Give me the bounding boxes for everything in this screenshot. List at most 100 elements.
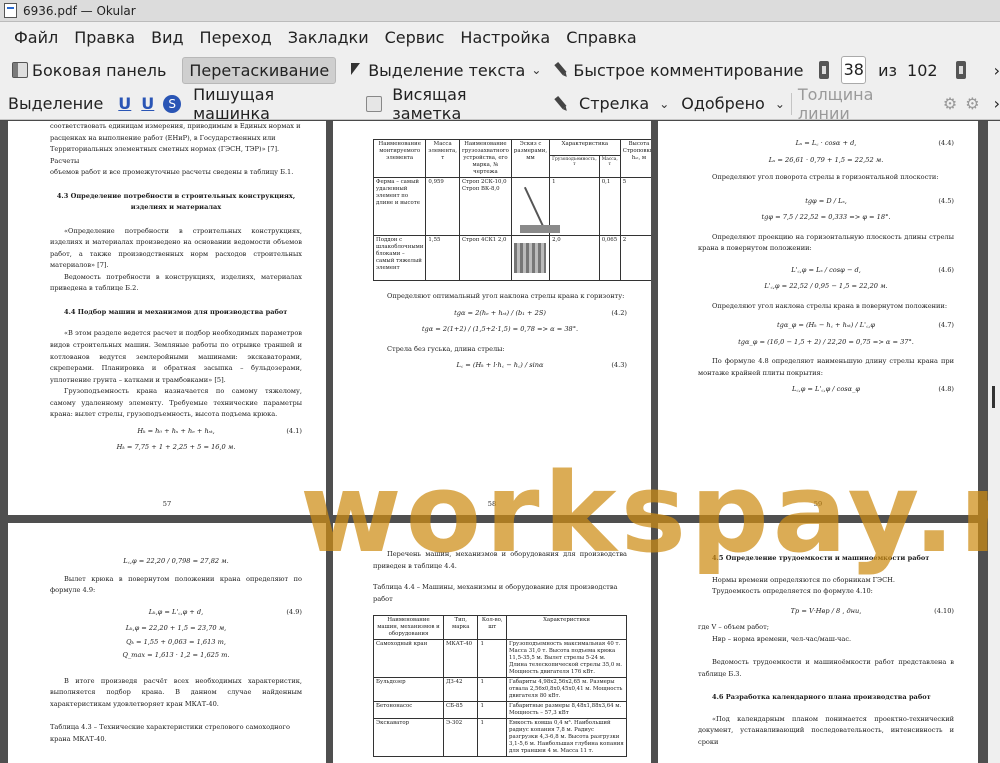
machines-table: Наименование машин, механизмов и оборудо…	[373, 615, 627, 758]
annotation-toolbar: Выделение U U S Пишущая машинка Висящая …	[0, 85, 1000, 123]
page-number: 59	[813, 500, 823, 509]
next-page-icon[interactable]	[955, 61, 966, 79]
menu-tools[interactable]: Сервис	[377, 28, 453, 47]
text-select-button[interactable]: Выделение текста ⌄	[342, 58, 547, 83]
page-57: соответствовать единицам измерения, прив…	[8, 121, 326, 515]
scrollbar-thumb[interactable]	[992, 386, 995, 408]
sticky-note-icon	[366, 95, 383, 112]
formula: tgα_φ = (16,0 − 1,5 + 2) / 22,20 = 0,75 …	[698, 337, 954, 349]
paragraph: Определяют оптимальный угол наклона стре…	[387, 292, 625, 301]
opacity-icon[interactable]: ⚙	[965, 94, 979, 113]
section-heading: 4.6 Разработка календарного плана произв…	[712, 693, 931, 702]
formula-text: tgα = 2(hₑ + hₛₜ) / (b₁ + 2S)	[454, 308, 546, 317]
color-icon[interactable]: ⚙	[943, 94, 957, 113]
formula: tgα = 2(1+2) / (1,5+2·1,5) = 0,78 => α =…	[373, 324, 627, 336]
formula-number: (4.4)	[938, 139, 954, 147]
formula-number: (4.2)	[611, 308, 627, 317]
table-cell: СБ-85	[442, 701, 479, 720]
toolbar2-overflow-icon[interactable]: ›	[994, 94, 1000, 113]
menu-settings[interactable]: Настройка	[452, 28, 558, 47]
section-heading: 4.5 Определение трудоемкости и машиноемк…	[712, 554, 930, 562]
menu-view[interactable]: Вид	[143, 28, 191, 47]
formula-text: Lₛ = L꜀ · cosα + d,	[795, 139, 857, 147]
formula-number: (4.5)	[938, 196, 954, 205]
paragraph: Ведомость потребности в конструкциях, из…	[50, 272, 302, 293]
document-viewport[interactable]: соответствовать единицам измерения, прив…	[0, 121, 988, 763]
highlight-tool[interactable]: Выделение	[8, 94, 103, 113]
paragraph: «Под календарным планом понимается проек…	[698, 714, 954, 746]
formula: L꜀,φ = 22,20 / 0,798 = 27,82 м.	[50, 556, 302, 568]
table-cell: 1	[477, 639, 507, 679]
formula: Lₖ,φ = L'꜀,φ + d, (4.9)	[50, 607, 302, 619]
menu-bar: Файл Правка Вид Переход Закладки Сервис …	[0, 22, 1000, 52]
arrow-pen-icon	[550, 92, 573, 115]
formula: Hₖ = h₀ + hₛ + hₑ + hₛₜ, (4.1)	[50, 426, 302, 438]
stamp-tool[interactable]: Одобрено	[681, 94, 765, 113]
table-row: Бульдозер ДЗ-42 1 Габариты 4,98х2,56х2,6…	[373, 677, 627, 703]
menu-go[interactable]: Переход	[192, 28, 280, 47]
table-header: Эскиз с размерами, мм	[510, 138, 551, 179]
table-header: Масса, т	[598, 154, 621, 179]
previous-page-icon[interactable]	[819, 61, 830, 79]
sticky-note-tool[interactable]: Висящая заметка	[392, 85, 539, 123]
table-cell: Ферма – самый удаленный элемент по длине…	[372, 177, 427, 237]
menu-file[interactable]: Файл	[6, 28, 66, 47]
table-cell: 0,959	[425, 177, 460, 237]
table-cell: МКАТ-40	[442, 639, 479, 679]
formula-text: tgφ = D / Lₛ,	[805, 196, 847, 205]
underline-icon[interactable]: U	[113, 94, 136, 113]
page-number-input[interactable]: 38	[841, 56, 867, 84]
stamp-chevron-down-icon[interactable]: ⌄	[775, 97, 785, 111]
formula-number: (4.1)	[286, 426, 302, 435]
formula-text: Hₖ = h₀ + hₛ + hₑ + hₛₜ,	[137, 426, 215, 435]
squiggle-underline-icon[interactable]: U	[136, 94, 159, 113]
table-cell: Поддон с шлакоблочными блоками – самый т…	[372, 235, 427, 282]
vertical-scrollbar[interactable]	[988, 121, 1000, 763]
sketch-cell	[510, 235, 551, 282]
typewriter-tool[interactable]: Пишущая машинка	[193, 85, 354, 123]
paragraph: Определяют проекцию на горизонтальную пл…	[698, 232, 954, 253]
drag-mode-button[interactable]: Перетаскивание	[182, 56, 337, 84]
table-cell: Бульдозер	[373, 677, 444, 703]
table-row: Бетононасос СБ-85 1 Габаритные размеры 8…	[373, 701, 627, 720]
equipment-table: Наименование монтируемого элемента Масса…	[372, 138, 651, 282]
side-panel-icon	[12, 62, 28, 78]
arrow-tool[interactable]: Стрелка	[579, 94, 649, 113]
page-59: Lₛ = L꜀ · cosα + d, (4.4) Lₛ = 26,61 · 0,…	[658, 121, 978, 515]
crane-sketch-image	[514, 179, 561, 234]
drag-mode-label: Перетаскивание	[189, 60, 330, 80]
line-width-control[interactable]: Толщина линии	[798, 85, 929, 123]
formula: Qₖ = 1,55 + 0,063 = 1,613 т,	[50, 637, 302, 649]
window-titlebar: 6936.pdf — Okular	[0, 0, 1000, 22]
formula: L'꜀,φ = 22,52 / 0,95 − 1,5 = 22,20 м.	[698, 281, 954, 293]
formula-number: (4.3)	[611, 361, 627, 370]
menu-help[interactable]: Справка	[558, 28, 645, 47]
formula-text: L꜀,φ = 22,20 / 0,798 = 27,82 м.	[123, 557, 229, 565]
section-heading: 4.4 Подбор машин и механизмов для произв…	[64, 307, 288, 316]
formula-text: tgα = 2(1+2) / (1,5+2·1,5) = 0,78 => α =…	[421, 325, 579, 334]
side-panel-button[interactable]: Боковая панель	[6, 58, 172, 83]
paragraph: Грузоподъемность крана назначается по са…	[50, 387, 302, 419]
formula: Q_max = 1,613 · 1,2 = 1,625 т.	[50, 650, 302, 662]
formula-number: (4.8)	[938, 385, 954, 394]
toolbar-separator	[790, 92, 792, 115]
table-cell: Габаритные размеры 8,48х1,88х3,64 м. Мощ…	[506, 701, 627, 720]
table-header: Характеристика	[549, 139, 621, 156]
strikeout-icon[interactable]: S	[163, 94, 182, 113]
paragraph: Определяют угол наклона стрелы крана в п…	[712, 301, 948, 310]
table-cell: 2	[619, 235, 651, 282]
table-header: Высота Строповки, hₛₜ, м	[619, 138, 651, 179]
chevron-down-icon[interactable]: ⌄	[531, 63, 541, 77]
paragraph: Определяют угол поворота стрелы в горизо…	[712, 173, 939, 182]
table-cell: Э-302	[442, 718, 479, 758]
paragraph: Вылет крюка в повернутом положении крана…	[50, 574, 302, 595]
quick-comment-button[interactable]: Быстрое комментирование	[547, 58, 809, 83]
section-heading: 4.3 Определение потребности в строительн…	[56, 191, 296, 212]
menu-edit[interactable]: Правка	[66, 28, 143, 47]
menu-bookmarks[interactable]: Закладки	[280, 28, 377, 47]
formula: L꜀,φ = L'꜀,φ / cosα_φ (4.8)	[698, 384, 954, 396]
toolbar-overflow-icon[interactable]: ›	[994, 61, 1000, 80]
arrow-chevron-down-icon[interactable]: ⌄	[659, 97, 669, 111]
table-cell: Строп 4СК1 2,0	[458, 235, 512, 282]
pallet-sketch-image	[514, 243, 547, 274]
